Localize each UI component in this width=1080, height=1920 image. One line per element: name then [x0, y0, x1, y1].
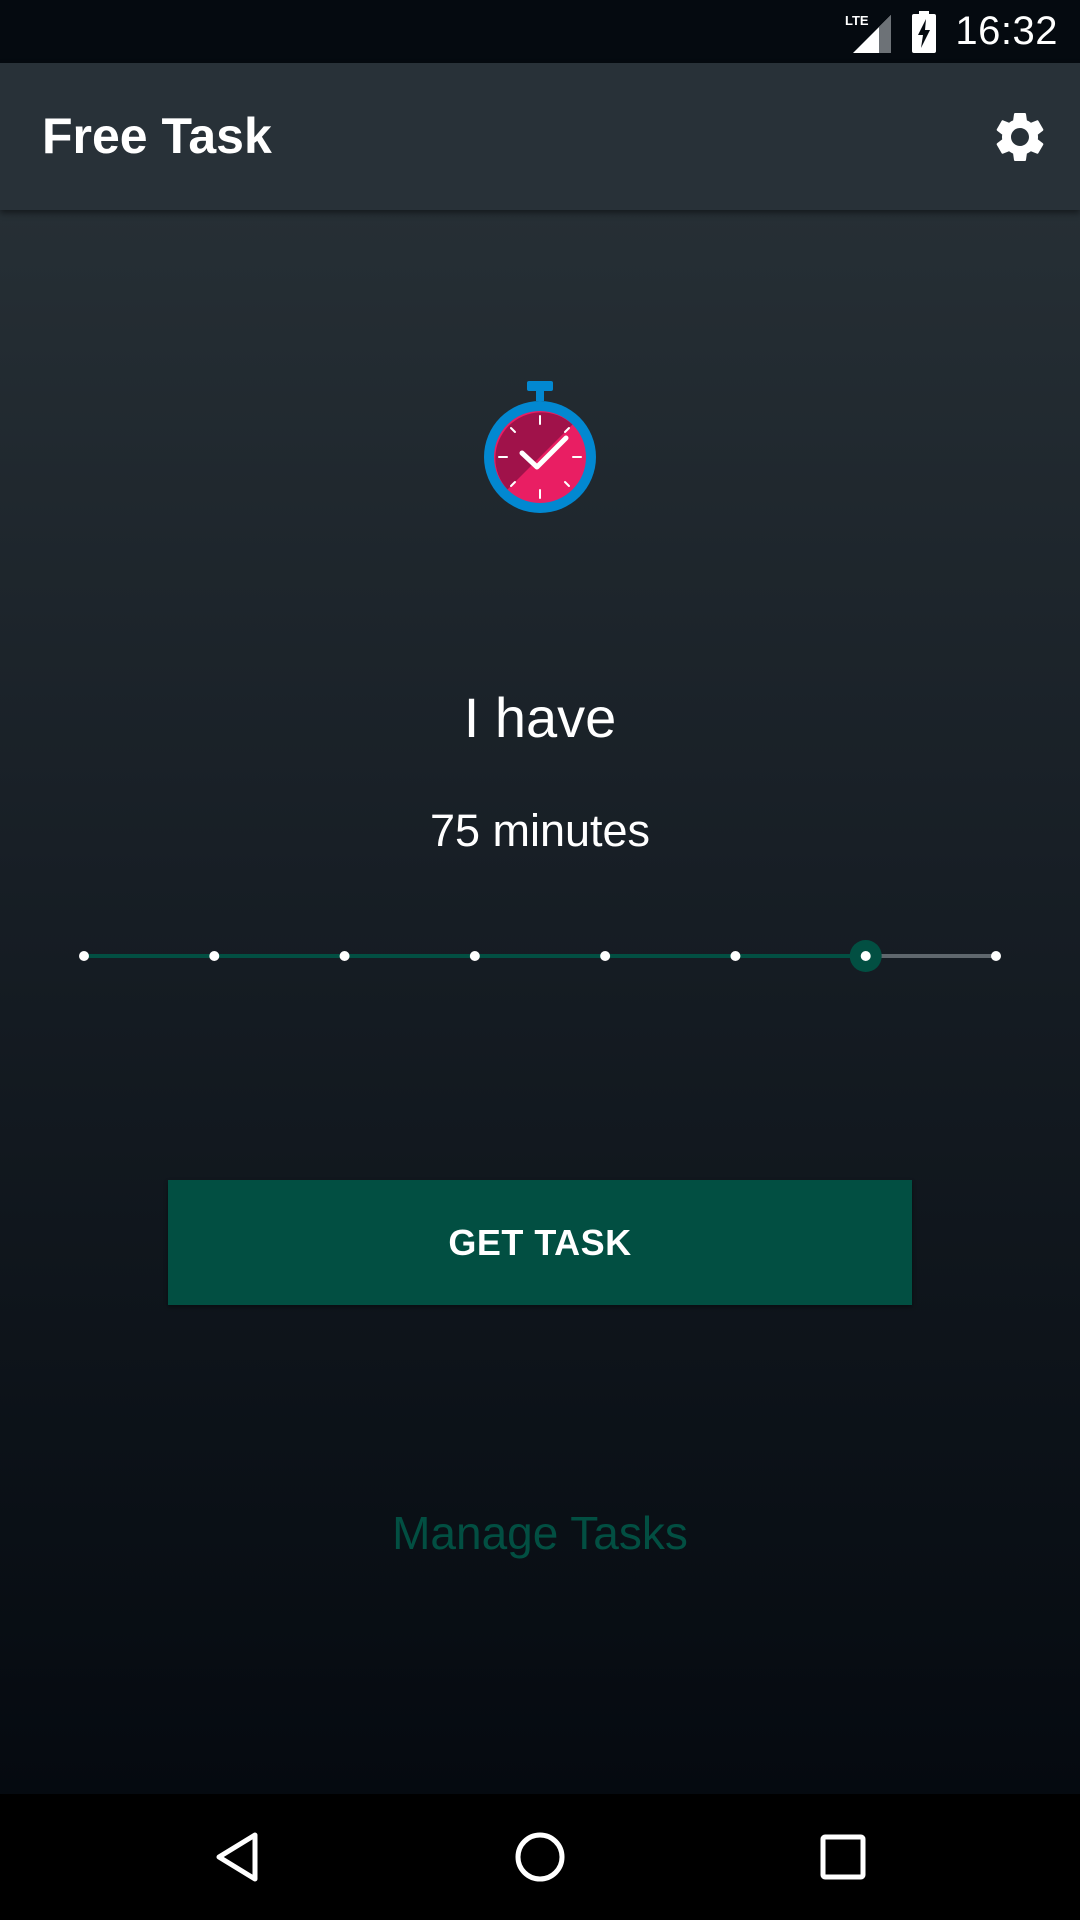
get-task-button[interactable]: GET TASK — [168, 1180, 912, 1305]
recents-icon — [813, 1834, 873, 1891]
headline: I have — [463, 686, 617, 749]
settings-button[interactable] — [990, 107, 1050, 167]
app-bar: Free Task — [0, 63, 1080, 210]
back-icon — [207, 1832, 267, 1891]
lte-signal-icon: LTE — [843, 9, 893, 55]
battery-charging-icon — [911, 10, 937, 54]
slider-tick-mark — [79, 951, 89, 961]
home-button[interactable] — [510, 1827, 570, 1887]
manage-tasks-link[interactable]: Manage Tasks — [0, 1506, 1080, 1560]
slider-tick-mark — [469, 951, 480, 961]
network-label: LTE — [845, 13, 869, 28]
slider-tick-mark — [860, 951, 871, 961]
home-icon — [510, 1832, 570, 1891]
slider-tick-mark — [209, 951, 220, 961]
main-content: I have 75 minutes GET TASK Manage Tasks — [0, 210, 1080, 1794]
slider-tick-mark — [600, 951, 611, 961]
recents-button[interactable] — [813, 1827, 873, 1887]
navigation-bar — [0, 1794, 1080, 1920]
app-title: Free Task — [42, 108, 272, 164]
slider-tick-mark — [991, 951, 1001, 961]
slider-tick-mark — [730, 951, 741, 961]
back-button[interactable] — [207, 1827, 267, 1887]
status-icons: LTE 16:32 — [843, 0, 1058, 63]
stopwatch-icon — [480, 377, 600, 517]
duration-text: 75 minutes — [429, 805, 651, 856]
status-time: 16:32 — [955, 9, 1058, 53]
gear-icon — [990, 113, 1050, 171]
time-slider[interactable] — [60, 926, 1020, 986]
status-bar: LTE 16:32 — [0, 0, 1080, 63]
slider-tick-mark — [339, 951, 350, 961]
